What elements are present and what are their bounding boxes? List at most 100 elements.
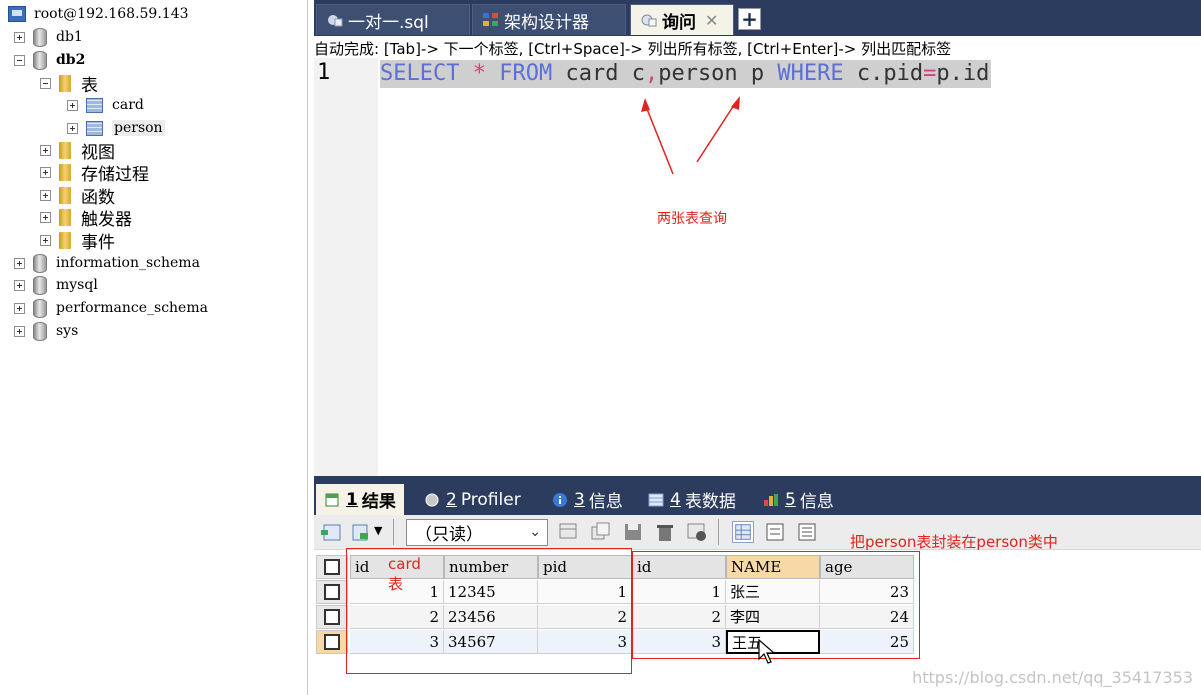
result-tab-bar: 1 结果 2 Profiler 3 信息 4 表数据 5 信息 [314,481,1201,515]
toolbar-divider [393,519,394,545]
toolbar-divider [718,519,719,545]
grid-view-icon[interactable] [732,521,754,543]
tree-node-procedures[interactable]: 存储过程 [40,161,149,185]
tree-node-label: 存储过程 [81,164,149,185]
expand-icon[interactable] [67,99,78,111]
duplicate-row-icon[interactable] [590,521,612,543]
tab-results[interactable]: 1 结果 [316,484,404,515]
tree-node-label: root@192.168.59.143 [34,6,189,22]
tree-node-tables-folder[interactable]: 表 [40,72,98,96]
tab-number: 4 [670,489,681,510]
collapse-icon[interactable] [40,77,51,89]
annotation-two-table-query: 两张表查询 [657,211,727,227]
select-all-checkbox[interactable] [324,559,340,575]
table-icon [86,97,103,113]
arrowhead [641,98,650,112]
row-checkbox[interactable] [324,584,340,600]
tab-number: 3 [574,489,585,510]
object-browser-tree: root@192.168.59.143 db1 db2 表 card perso… [0,0,308,695]
tree-node-functions[interactable]: 函数 [40,184,115,208]
row-selector [316,580,348,604]
arrow-to-person [696,101,737,163]
expand-icon[interactable] [14,325,25,337]
results-grid-icon [325,493,339,506]
expand-icon[interactable] [14,31,25,43]
database-icon [33,50,47,70]
tab-label: 一对一.sql [348,12,429,33]
tab-schema-designer[interactable]: 架构设计器 [472,4,626,35]
cancel-changes-icon[interactable] [686,521,708,543]
annotation-person-class: 把person表封装在person类中 [850,533,1058,551]
expand-icon[interactable] [14,257,25,269]
database-icon [33,298,47,318]
tree-node-mysql[interactable]: mysql [14,274,98,296]
tab-label: 信息 [588,492,623,512]
expand-icon[interactable] [14,302,25,314]
result-mode-select[interactable]: （只读） ⌄ [406,519,548,546]
folder-icon [59,163,71,181]
folder-icon [59,141,71,159]
delete-icon[interactable] [654,521,676,543]
tab-number: 2 [446,489,457,510]
expand-icon[interactable] [40,211,51,223]
database-icon [33,275,47,295]
annotation-card-table: card表 [388,555,421,593]
result-mode-value: （只读） [415,525,483,545]
tab-profiler[interactable]: 2 Profiler [416,484,529,515]
tab-one-to-one-sql[interactable]: 一对一.sql [316,4,470,35]
info-icon [553,492,567,507]
form-view-icon[interactable] [764,521,786,543]
server-icon [8,6,26,22]
annotation-arrows [641,96,740,175]
tree-node-information-schema[interactable]: information_schema [14,252,200,274]
expand-icon[interactable] [67,122,78,134]
folder-icon [59,74,71,92]
select-all-cell [316,555,348,579]
tab-info-3[interactable]: 3 信息 [544,484,631,515]
tree-node-table-card[interactable]: card [67,94,144,116]
tree-node-db2[interactable]: db2 [14,49,85,71]
tree-node-triggers[interactable]: 触发器 [40,206,132,230]
export-grid-icon[interactable] [320,521,342,543]
watermark: https://blog.csdn.net/qq_35417353 [912,668,1193,687]
tab-label: Profiler [460,489,521,510]
tree-node-views[interactable]: 视图 [40,139,115,163]
tab-label: 架构设计器 [504,12,589,33]
row-selector [316,605,348,629]
expand-icon[interactable] [14,279,25,291]
import-grid-icon[interactable] [350,521,372,543]
expand-icon[interactable] [40,144,51,156]
expand-icon[interactable] [40,234,51,246]
tree-node-db1[interactable]: db1 [14,26,83,48]
database-icon [33,253,47,273]
folder-icon [59,208,71,226]
tab-info-5[interactable]: 5 信息 [755,484,842,515]
new-tab-button[interactable]: + [738,8,761,30]
add-row-icon[interactable] [558,521,580,543]
tree-node-sys[interactable]: sys [14,320,78,342]
sql-editor[interactable]: 自动完成: [Tab]-> 下一个标签, [Ctrl+Space]-> 列出所有… [314,36,1201,476]
tab-label: 表数据 [684,492,736,512]
tab-number: 5 [785,489,796,510]
tree-node-server[interactable]: root@192.168.59.143 [8,3,189,25]
tree-node-label: db2 [56,52,86,68]
tree-node-events[interactable]: 事件 [40,229,115,253]
dropdown-caret-icon[interactable]: ▼ [374,524,382,537]
text-view-icon[interactable] [796,521,818,543]
tree-node-label: db1 [56,29,83,45]
tree-node-table-person[interactable]: person [67,117,165,139]
query-file-icon [328,15,343,27]
close-tab-icon[interactable]: ✕ [705,11,718,30]
save-icon[interactable] [622,521,644,543]
expand-icon[interactable] [40,189,51,201]
tab-number: 1 [346,489,358,510]
expand-icon[interactable] [40,166,51,178]
tree-node-performance-schema[interactable]: performance_schema [14,297,208,319]
chevron-down-icon: ⌄ [529,524,541,540]
row-checkbox[interactable] [324,609,340,625]
row-checkbox[interactable] [324,634,340,650]
collapse-icon[interactable] [14,54,25,66]
results-panel: ▼ （只读） ⌄ 把person表封装在person类中 id number pid… [314,515,1201,695]
tab-table-data[interactable]: 4 表数据 [640,484,744,515]
tab-query[interactable]: 询问 ✕ [630,4,734,35]
